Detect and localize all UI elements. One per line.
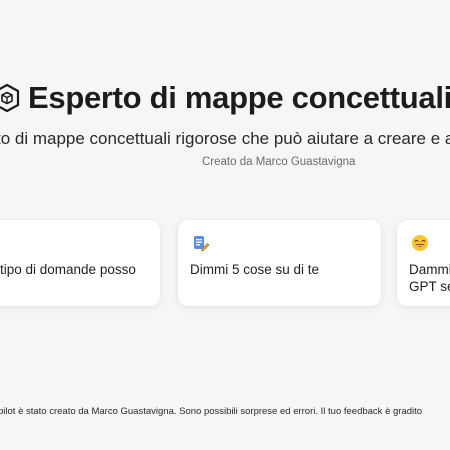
suggestion-label: Dimmi 5 cose su di te [190, 262, 320, 277]
author-credit: Creato da Marco Guastavigna [202, 156, 356, 168]
gpt-header: Esperto di mappe concettuali [0, 80, 450, 116]
cube-logo-icon [0, 83, 20, 113]
grinning-face-icon [412, 235, 428, 251]
suggestion-card-3[interactable]: Dammi GPT se [397, 220, 450, 306]
suggestion-card-2[interactable]: Dimmi 5 cose su di te [178, 220, 381, 306]
suggestion-card-1[interactable]: tipo di domande posso [0, 220, 160, 306]
notepad-pencil-icon [194, 236, 210, 252]
footer-disclaimer: bilot è stato creato da Marco Guastavign… [0, 406, 423, 417]
page-title: Esperto di mappe concettuali [28, 80, 450, 115]
gpt-description: to di mappe concettuali rigorose che può… [0, 129, 450, 148]
suggestion-label: Dammi GPT se [409, 262, 450, 294]
chat-landing: Esperto di mappe concettuali to di mappe… [0, 0, 450, 450]
suggestion-label: tipo di domande posso [0, 262, 136, 277]
